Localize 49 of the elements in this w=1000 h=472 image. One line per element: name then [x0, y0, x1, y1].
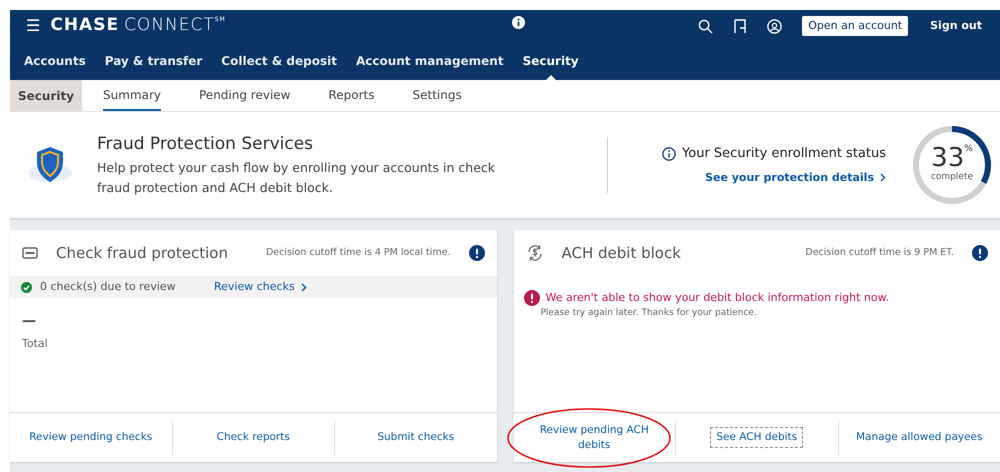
flag-icon[interactable]: [733, 18, 748, 34]
chevron-right-icon: [880, 173, 886, 182]
protection-details-link[interactable]: See your protection details: [705, 170, 886, 186]
progress-value: 33: [931, 145, 964, 172]
banner-description: Help protect your cash flow by enrolling your accounts in check fraud protection and ACH debit block.: [97, 158, 496, 197]
profile-icon[interactable]: [767, 18, 782, 34]
card-title: Check fraud protection: [56, 242, 229, 264]
sub-tab[interactable]: Pending review: [199, 80, 290, 111]
nav-tab[interactable]: Accounts: [24, 42, 86, 80]
check-circle-icon: [21, 282, 32, 292]
chevron-right-icon: [300, 282, 307, 292]
banner-title: Fraud Protection Services: [97, 133, 314, 156]
sign-out-button[interactable]: Sign out: [928, 18, 984, 34]
footer-link[interactable]: See ACH debits: [711, 428, 802, 447]
error-message: We aren't able to show your debit block information right now.: [546, 290, 890, 306]
progress-unit: %: [964, 145, 973, 154]
card-title: ACH debit block: [562, 242, 682, 264]
summary-text: 0 check(s) due to review: [40, 278, 177, 295]
nav-tab[interactable]: Security: [522, 42, 579, 80]
status-title: Your Security enrollment status: [682, 145, 886, 163]
nav-tab[interactable]: Collect & deposit: [221, 42, 337, 80]
footer-link[interactable]: Manage allowed payees: [851, 428, 988, 447]
selected-caret-icon: [546, 75, 556, 80]
footer-link[interactable]: Submit checks: [372, 428, 460, 447]
alert-icon: [468, 245, 484, 261]
review-checks-link[interactable]: Review checks: [214, 278, 307, 296]
info-icon: [662, 146, 676, 161]
section-label: Security: [10, 80, 82, 111]
error-icon: [524, 290, 540, 306]
sub-tab[interactable]: Reports: [328, 80, 375, 111]
footer-link[interactable]: Review pending checks: [24, 428, 158, 447]
info-icon[interactable]: [512, 16, 525, 29]
open-account-button[interactable]: Open an account: [802, 16, 908, 36]
progress-caption: complete: [930, 171, 974, 184]
total-label: Total: [22, 336, 49, 352]
sub-tab[interactable]: Summary: [103, 80, 161, 111]
error-detail: Please try again later. Thanks for your patience.: [540, 306, 758, 320]
footer-link[interactable]: Check reports: [212, 428, 295, 447]
check-card-icon: [22, 247, 38, 259]
sub-tab[interactable]: Settings: [412, 80, 462, 111]
cutoff-note: Decision cutoff time is 4 PM local time.: [266, 246, 450, 260]
nav-tab[interactable]: Account management: [356, 42, 504, 80]
dollar-cycle-icon: [526, 244, 544, 262]
total-value: —: [22, 314, 37, 328]
menu-icon[interactable]: ☰: [26, 14, 40, 38]
search-icon[interactable]: [698, 18, 714, 34]
cutoff-note: Decision cutoff time is 9 PM ET.: [805, 246, 954, 260]
alert-icon: [972, 245, 988, 261]
nav-tab[interactable]: Pay & transfer: [104, 42, 202, 80]
